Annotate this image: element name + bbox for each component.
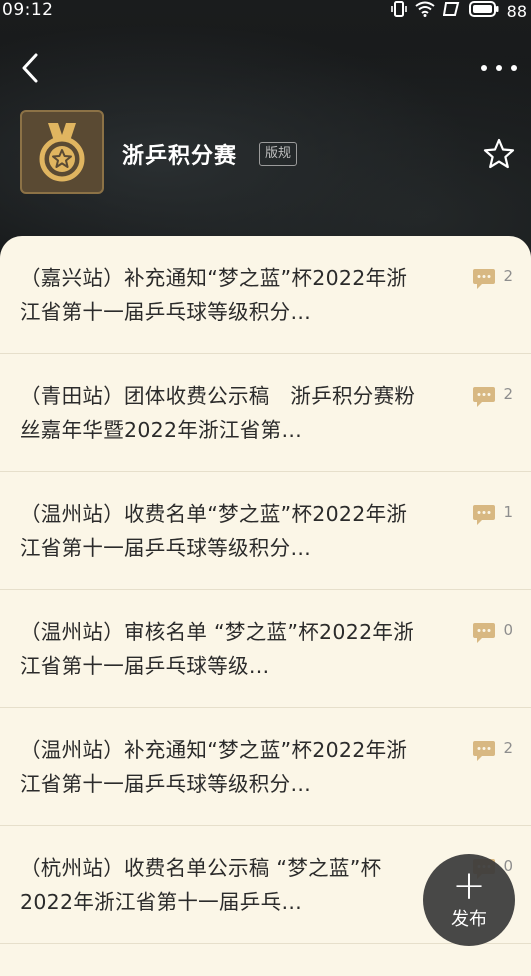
status-bar: 09:12 88 xyxy=(0,0,531,22)
comment-count-group: 1 xyxy=(472,504,513,526)
comment-count: 2 xyxy=(503,267,513,285)
post-title: （嘉兴站）补充通知“梦之蓝”杯2022年浙江省第十一届乒乓球等级积分… xyxy=(20,266,408,324)
post-title: （青田站）团体收费公示稿 浙乒积分赛粉丝嘉年华暨2022年浙江省第… xyxy=(20,384,416,442)
status-icons: 88 xyxy=(390,0,527,23)
wifi-icon xyxy=(415,1,435,22)
comment-icon xyxy=(473,623,496,643)
medal-icon xyxy=(39,123,85,182)
comment-count-group: 2 xyxy=(472,268,513,290)
publish-button[interactable]: + 发布 xyxy=(423,854,515,946)
rules-tag[interactable]: 版规 xyxy=(259,142,298,166)
comment-icon xyxy=(473,269,496,289)
post-item[interactable]: （温州站）审核名单 “梦之蓝”杯2022年浙江省第十一届乒乓球等级… 0 xyxy=(0,590,531,708)
comment-count: 0 xyxy=(503,621,513,639)
forum-logo[interactable] xyxy=(20,110,104,194)
more-options-button[interactable] xyxy=(473,46,525,90)
favorite-button[interactable] xyxy=(481,136,517,172)
post-title: （温州站）收费名单“梦之蓝”杯2022年浙江省第十一届乒乓球等级积分… xyxy=(20,502,408,560)
more-dots-icon xyxy=(481,65,517,71)
comment-count-group: 2 xyxy=(472,386,513,408)
notification-icon xyxy=(442,1,461,22)
post-item[interactable]: （青田站）团体收费公示稿 浙乒积分赛粉丝嘉年华暨2022年浙江省第… 2 xyxy=(0,354,531,472)
navigation-bar xyxy=(0,40,531,96)
comment-count-group: 0 xyxy=(472,622,513,644)
status-time: 09:12 xyxy=(2,0,54,20)
post-title: （杭州站）收费名单公示稿 “梦之蓝”杯2022年浙江省第十一届乒乓… xyxy=(20,856,382,914)
star-icon xyxy=(483,138,515,169)
post-title: （温州站）审核名单 “梦之蓝”杯2022年浙江省第十一届乒乓球等级… xyxy=(20,620,415,678)
post-title: （温州站）补充通知“梦之蓝”杯2022年浙江省第十一届乒乓球等级积分… xyxy=(20,738,408,796)
comment-count-group: 2 xyxy=(472,740,513,762)
back-button[interactable] xyxy=(10,46,50,90)
comment-icon xyxy=(473,387,496,407)
post-item[interactable]: （嘉兴站）补充通知“梦之蓝”杯2022年浙江省第十一届乒乓球等级积分… 2 xyxy=(0,236,531,354)
comment-count: 2 xyxy=(503,739,513,757)
plus-icon: + xyxy=(452,863,486,909)
back-arrow-icon xyxy=(22,53,38,83)
post-item[interactable]: （温州站）补充通知“梦之蓝”杯2022年浙江省第十一届乒乓球等级积分… 2 xyxy=(0,708,531,826)
comment-icon xyxy=(473,741,496,761)
comment-icon xyxy=(473,505,496,525)
battery-percent: 88 xyxy=(506,1,527,21)
comment-count: 1 xyxy=(503,503,513,521)
forum-title: 浙乒积分赛 xyxy=(122,144,238,169)
forum-header: 浙乒积分赛 版规 xyxy=(0,108,531,208)
vibrate-icon xyxy=(390,0,407,23)
comment-count: 2 xyxy=(503,385,513,403)
publish-label: 发布 xyxy=(451,909,487,930)
battery-icon xyxy=(468,0,499,22)
post-item[interactable]: （温州站）收费名单“梦之蓝”杯2022年浙江省第十一届乒乓球等级积分… 1 xyxy=(0,472,531,590)
